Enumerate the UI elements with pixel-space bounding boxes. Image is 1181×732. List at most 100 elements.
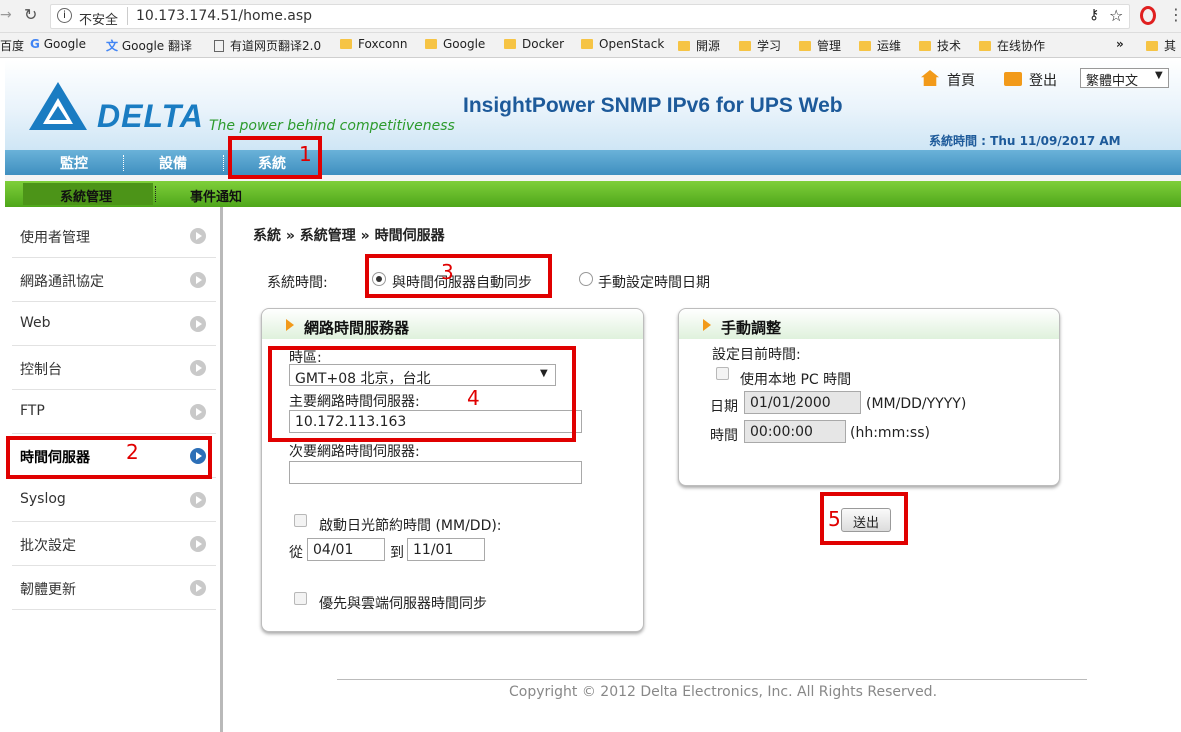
key-icon[interactable]: ⚷	[1089, 7, 1099, 23]
forward-icon[interactable]: →	[0, 7, 12, 23]
manual-panel: 手動調整 設定目前時間: 使用本地 PC 時間 日期 01/01/2000 (M…	[678, 308, 1060, 486]
bookmark-google-folder[interactable]: Google	[425, 37, 485, 51]
secondary-ntp-input[interactable]	[289, 461, 582, 484]
sidebar-item-web[interactable]: Web	[12, 302, 216, 346]
folder-icon	[859, 41, 871, 51]
triangle-bullet-icon	[703, 319, 711, 331]
bookmark-fragment-right[interactable]: 其	[1146, 37, 1176, 54]
bookmark-google-translate[interactable]: 文 Google 翻译	[106, 37, 192, 54]
secondary-ntp-label: 次要網路時間伺服器:	[289, 444, 420, 460]
bookmark-study[interactable]: 学习	[739, 37, 781, 54]
annotation-number-3: 3	[441, 260, 454, 284]
time-format-hint: (hh:mm:ss)	[850, 425, 930, 441]
annotation-box-4	[268, 346, 576, 442]
bookmark-collab[interactable]: 在线协作	[979, 37, 1045, 54]
dst-from-input[interactable]: 04/01	[307, 538, 385, 561]
dst-to-input[interactable]: 11/01	[407, 538, 485, 561]
nav-monitor[interactable]: 監控	[60, 153, 88, 173]
brand-logo-text: DELTA	[97, 98, 204, 134]
annotation-box-2	[6, 436, 212, 479]
folder-icon	[739, 41, 751, 51]
manual-panel-title: 手動調整	[721, 319, 782, 337]
dst-label: 啟動日光節約時間 (MM/DD):	[319, 518, 502, 534]
logout-link[interactable]: 登出	[1029, 70, 1057, 90]
bookmark-youdao[interactable]: 有道网页翻译2.0	[214, 37, 321, 54]
use-pc-time-label: 使用本地 PC 時間	[740, 372, 852, 388]
star-icon[interactable]: ☆	[1109, 6, 1123, 25]
set-current-time-label: 設定目前時間:	[712, 347, 801, 363]
bookmark-openstack[interactable]: OpenStack	[581, 37, 664, 51]
date-format-hint: (MM/DD/YYYY)	[866, 396, 967, 412]
arrow-right-icon	[190, 272, 206, 288]
bookmark-google[interactable]: G Google	[30, 37, 86, 51]
arrow-right-icon	[190, 228, 206, 244]
bookmark-manage[interactable]: 管理	[799, 37, 841, 54]
bookmark-docker[interactable]: Docker	[504, 37, 564, 51]
sidebar-item-user-management[interactable]: 使用者管理	[12, 214, 216, 258]
url-box[interactable]: i 不安全 10.173.174.51/home.asp ⚷ ☆	[50, 4, 1130, 29]
subnav-event-notification[interactable]: 事件通知	[190, 186, 242, 205]
app-title: InsightPower SNMP IPv6 for UPS Web	[463, 94, 843, 117]
annotation-number-4: 4	[467, 386, 480, 410]
menu-icon[interactable]: ⋮	[1168, 5, 1181, 24]
home-icon[interactable]	[921, 70, 939, 86]
sub-nav: 系統管理 事件通知	[5, 181, 1181, 207]
main-nav: 監控 設備 系統	[5, 150, 1181, 175]
logout-icon[interactable]	[1004, 72, 1022, 86]
time-input[interactable]: 00:00:00	[744, 420, 846, 443]
bookmark-kaiyuan[interactable]: 開源	[678, 37, 720, 54]
home-link[interactable]: 首頁	[947, 70, 975, 90]
reload-icon[interactable]: ↻	[24, 5, 37, 24]
triangle-bullet-icon	[286, 319, 294, 331]
arrow-right-icon	[190, 580, 206, 596]
bookmark-foxconn[interactable]: Foxconn	[340, 37, 408, 51]
folder-icon	[1146, 41, 1158, 51]
time-label: 時間	[710, 428, 738, 444]
subnav-system-management[interactable]: 系統管理	[60, 186, 112, 205]
chevron-down-icon: ▼	[1155, 70, 1163, 81]
bookmark-ops[interactable]: 运维	[859, 37, 901, 54]
arrow-right-icon	[190, 492, 206, 508]
date-label: 日期	[710, 399, 738, 415]
bookmarks-overflow[interactable]: »	[1116, 37, 1124, 51]
folder-icon	[340, 39, 352, 49]
bookmark-tech[interactable]: 技术	[919, 37, 961, 54]
bookmarks-bar: 百度 G Google 文 Google 翻译 有道网页翻译2.0 Foxcon…	[0, 33, 1181, 58]
use-pc-time-checkbox[interactable]	[716, 367, 729, 380]
sidebar-item-ftp[interactable]: FTP	[12, 390, 216, 434]
arrow-right-icon	[190, 360, 206, 376]
footer-divider	[337, 679, 1087, 680]
info-icon[interactable]: i	[57, 8, 72, 23]
sidebar-item-syslog[interactable]: Syslog	[12, 478, 216, 522]
folder-icon	[919, 41, 931, 51]
sidebar-item-network-protocol[interactable]: 網路通訊協定	[12, 258, 216, 302]
dst-from-label: 從	[289, 545, 303, 561]
opera-icon[interactable]	[1140, 6, 1156, 25]
page-header: DELTA The power behind competitiveness I…	[5, 60, 1181, 163]
folder-icon	[504, 39, 516, 49]
cloud-sync-checkbox[interactable]	[294, 592, 307, 605]
bookmark-fragment-left[interactable]: 百度	[0, 37, 24, 54]
arrow-right-icon	[190, 404, 206, 420]
url-text[interactable]: 10.173.174.51/home.asp	[136, 8, 312, 24]
tagline: The power behind competitiveness	[209, 118, 455, 134]
folder-icon	[979, 41, 991, 51]
radio-manual[interactable]	[579, 272, 593, 286]
radio-manual-label[interactable]: 手動設定時間日期	[598, 272, 710, 292]
breadcrumb: 系統 » 系統管理 » 時間伺服器	[253, 228, 445, 244]
annotation-number-2: 2	[126, 440, 139, 464]
sidebar-item-firmware-update[interactable]: 韌體更新	[12, 566, 216, 610]
annotation-number-5: 5	[828, 507, 841, 531]
date-input[interactable]: 01/01/2000	[744, 391, 861, 414]
folder-icon	[678, 41, 690, 51]
language-select[interactable]: 繁體中文 ▼	[1080, 68, 1169, 89]
dst-checkbox[interactable]	[294, 514, 307, 527]
security-label: 不安全	[79, 13, 119, 28]
folder-icon	[799, 41, 811, 51]
ntp-panel-title: 網路時間服務器	[304, 319, 410, 337]
page-icon	[214, 40, 224, 52]
arrow-right-icon	[190, 536, 206, 552]
sidebar-item-batch-config[interactable]: 批次設定	[12, 522, 216, 566]
sidebar-item-console[interactable]: 控制台	[12, 346, 216, 390]
nav-device[interactable]: 設備	[159, 153, 187, 173]
